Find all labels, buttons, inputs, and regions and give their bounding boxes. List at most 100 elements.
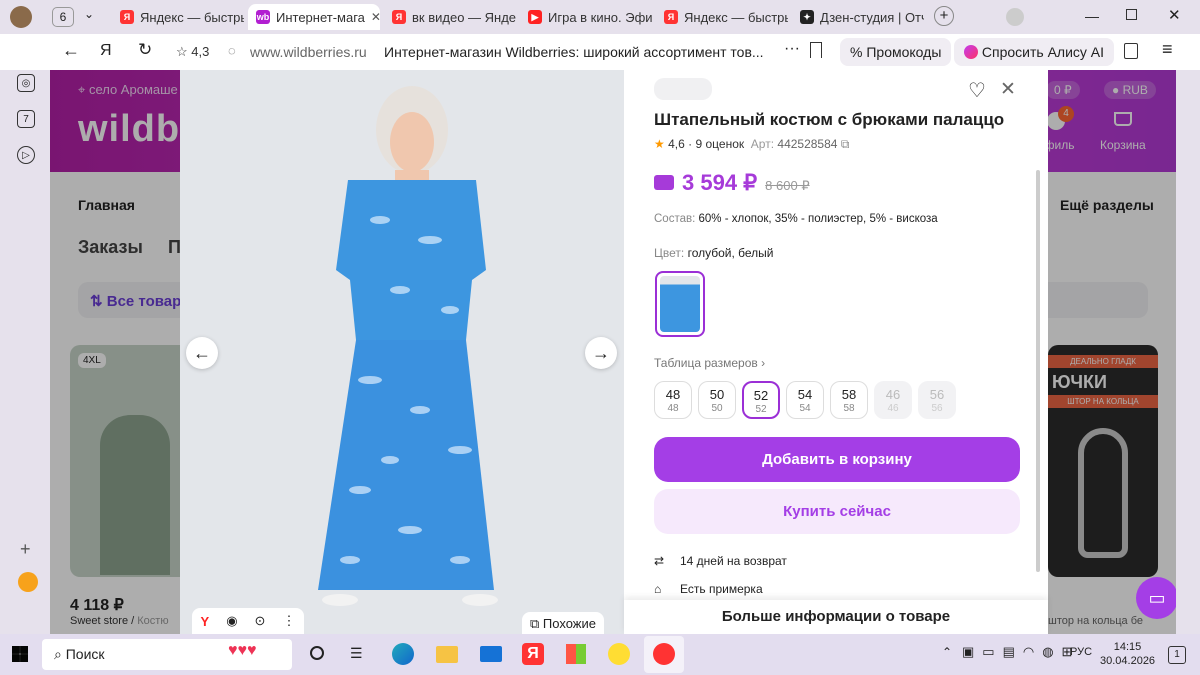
- new-tab-icon[interactable]: +: [934, 6, 954, 26]
- wildberries-icon: wb: [256, 10, 270, 24]
- tab-dzen[interactable]: ✦ Дзен-студия | Отч: [792, 4, 924, 30]
- taskbar-search[interactable]: ⌕ Поиск ♥♥♥: [42, 639, 292, 670]
- size-table-label: Таблица размеров: [654, 356, 758, 370]
- close-icon[interactable]: ✕: [1000, 78, 1016, 101]
- incognito-icon[interactable]: [1006, 8, 1024, 26]
- edge-icon[interactable]: [392, 643, 414, 665]
- tab-counter[interactable]: 6: [52, 7, 74, 27]
- size-table-link[interactable]: Таблица размеров ›: [654, 356, 765, 370]
- tab-wildberries[interactable]: wb Интернет-мага ✕: [248, 4, 380, 30]
- size-value: 50: [709, 387, 725, 402]
- shield-icon[interactable]: ◌: [228, 43, 236, 58]
- yandex-browser-icon[interactable]: [644, 636, 684, 673]
- rating-row[interactable]: ★ 4,6 · 9 оценок Арт: 442528584 ⧉: [654, 137, 849, 152]
- size-value: 58: [841, 387, 857, 402]
- task-view-icon[interactable]: [310, 646, 324, 660]
- color-row: Цвет: голубой, белый: [654, 246, 774, 260]
- tab-yandex-2[interactable]: Я Яндекс — быстры: [656, 4, 788, 30]
- tab-game-movie[interactable]: ▶ Игра в кино. Эфир: [520, 4, 652, 30]
- next-image-button[interactable]: →: [585, 337, 617, 369]
- composition-row: Состав: 60% - хлопок, 35% - полиэстер, 5…: [654, 213, 938, 225]
- tab-vk-video[interactable]: Явк видео — Яндек: [384, 4, 516, 30]
- size-ru: 54: [799, 403, 811, 414]
- tulips-icon: ♥♥♥: [228, 642, 257, 659]
- notification-badge[interactable]: 1: [1168, 646, 1186, 664]
- store-icon[interactable]: [566, 644, 586, 664]
- screenshot-icon[interactable]: ◎: [17, 74, 35, 92]
- color-swatch[interactable]: [655, 271, 705, 337]
- yandex-music-icon[interactable]: [608, 643, 630, 665]
- more-info-bar[interactable]: Больше информации о товаре: [624, 600, 1048, 634]
- rating-badge[interactable]: ☆ 4,3: [176, 44, 209, 60]
- buy-now-button[interactable]: Купить сейчас: [654, 489, 1020, 534]
- folder-icon[interactable]: [436, 646, 458, 663]
- copy-icon[interactable]: ⧉: [841, 137, 850, 151]
- back-icon[interactable]: ←: [62, 40, 80, 61]
- size-52[interactable]: 52 52: [742, 381, 780, 419]
- widgets-icon[interactable]: ☰: [350, 645, 363, 662]
- size-ru: 50: [711, 403, 723, 414]
- product-photo[interactable]: ← → Y ◉ ⊙ ⋮ ⧉ Похожие: [180, 70, 624, 634]
- more-icon[interactable]: ···: [784, 40, 800, 58]
- size-ru: 52: [755, 404, 767, 415]
- site-rating: 4,3: [191, 44, 210, 59]
- language-indicator[interactable]: РУС: [1070, 646, 1092, 658]
- yandex-lens-icon[interactable]: Y: [201, 614, 210, 629]
- tray-chevron-icon[interactable]: ⌃: [942, 645, 952, 659]
- size-value: 52: [753, 388, 769, 403]
- product-image: [318, 86, 498, 606]
- url-field[interactable]: www.wildberries.ru: [250, 44, 367, 60]
- video-icon[interactable]: ▷: [17, 146, 35, 164]
- mail-app-icon[interactable]: [480, 646, 502, 662]
- search-placeholder: Поиск: [65, 646, 105, 662]
- yandex-app-icon[interactable]: Я: [522, 643, 544, 665]
- reload-icon[interactable]: ↻: [138, 40, 152, 60]
- collections-icon[interactable]: [1124, 43, 1138, 59]
- image-tools: Y ◉ ⊙ ⋮: [192, 608, 304, 634]
- close-window-icon[interactable]: ✕: [1168, 6, 1181, 24]
- tabs-dropdown-icon[interactable]: ⌄: [84, 7, 94, 21]
- maximize-icon[interactable]: [1126, 9, 1137, 20]
- promo-button[interactable]: % Промокоды: [840, 38, 952, 66]
- search-icon: ⌕: [54, 646, 62, 662]
- close-tab-icon[interactable]: ✕: [371, 10, 380, 24]
- more-vertical-icon[interactable]: ⋮: [282, 613, 295, 629]
- add-to-cart-button[interactable]: Добавить в корзину: [654, 437, 1020, 482]
- windows-start-icon[interactable]: [12, 646, 28, 662]
- tray-icons[interactable]: ▣▭▤◠◍⊞: [962, 644, 1080, 660]
- size-54[interactable]: 54 54: [786, 381, 824, 419]
- page-title: Интернет-магазин Wildberries: широкий ас…: [384, 44, 764, 60]
- yandex-icon: Я: [664, 10, 678, 24]
- alice-button[interactable]: Спросить Алису AI: [954, 38, 1115, 66]
- add-panel-icon[interactable]: +: [20, 539, 31, 560]
- panel-scrollbar[interactable]: [1036, 170, 1040, 572]
- profile-avatar[interactable]: [10, 6, 32, 28]
- size-value: 48: [665, 387, 681, 402]
- size-value: 46: [885, 387, 901, 402]
- size-50[interactable]: 50 50: [698, 381, 736, 419]
- favorite-icon[interactable]: ♡: [968, 78, 986, 103]
- minimize-icon[interactable]: —: [1085, 8, 1099, 24]
- menu-icon[interactable]: ≡: [1162, 39, 1173, 60]
- camera-icon[interactable]: ⊙: [255, 613, 266, 629]
- review-count: · 9 оценок: [688, 137, 745, 151]
- similar-button[interactable]: ⧉ Похожие: [522, 612, 604, 634]
- chat-button[interactable]: ▭: [1136, 577, 1178, 619]
- similar-icon: ⧉: [530, 616, 540, 631]
- composition-value: 60% - хлопок, 35% - полиэстер, 5% - виск…: [698, 213, 938, 225]
- browser-sidebar: ◷ ◎ 7 ▷ +: [0, 34, 50, 634]
- star-icon: ★: [654, 137, 665, 151]
- size-56: 56 56: [918, 381, 956, 419]
- prev-image-button[interactable]: ←: [186, 337, 218, 369]
- tab-yandex-1[interactable]: Я Яндекс — быстры: [112, 4, 244, 30]
- size-48[interactable]: 48 48: [654, 381, 692, 419]
- yandex-button-icon[interactable]: Я: [100, 42, 112, 60]
- size-58[interactable]: 58 58: [830, 381, 868, 419]
- address-bar: ← Я ↻ ☆ 4,3 ◌ www.wildberries.ru Интерне…: [0, 34, 1200, 70]
- bookmark-icon[interactable]: [810, 42, 822, 58]
- dzen-icon: ✦: [800, 10, 814, 24]
- eye-icon[interactable]: ◉: [226, 613, 237, 629]
- calendar-icon[interactable]: 7: [17, 110, 35, 128]
- mail-icon[interactable]: [18, 572, 38, 592]
- clock[interactable]: 14:15 30.04.2026: [1100, 640, 1155, 668]
